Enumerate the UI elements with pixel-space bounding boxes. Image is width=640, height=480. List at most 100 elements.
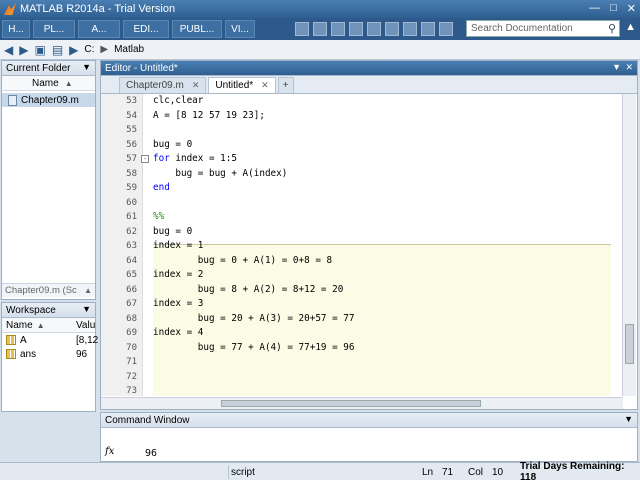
code-line[interactable]: 64 bug = 0 + A(1) = 0+8 = 8: [101, 254, 611, 269]
line-number: 63: [126, 241, 137, 251]
code-line[interactable]: 67 index = 3: [101, 297, 611, 312]
code-line[interactable]: 60: [101, 196, 611, 211]
line-number: 60: [126, 197, 137, 208]
panel-menu-icon[interactable]: ▼: [82, 304, 91, 314]
code-line[interactable]: 55: [101, 123, 611, 138]
function-browser-icon[interactable]: fx: [105, 446, 114, 457]
up-folder-icon[interactable]: ▣: [34, 43, 45, 57]
path-folder[interactable]: Matlab: [114, 44, 144, 55]
sort-icon: ▲: [64, 78, 73, 88]
code-line[interactable]: 66 bug = 8 + A(2) = 8+12 = 20: [101, 283, 611, 298]
horizontal-scrollbar[interactable]: [101, 397, 623, 409]
code-text: bug = 77 + A(4) = 77+19 = 96: [153, 341, 355, 353]
search-icon[interactable]: ⚲: [608, 22, 616, 35]
horizontal-scroll-thumb[interactable]: [221, 400, 481, 407]
code-text: bug = 0 + A(1) = 0+8 = 8: [153, 254, 333, 266]
back-icon[interactable]: ◀: [4, 43, 13, 57]
code-line[interactable]: 53 clc,clear: [101, 94, 611, 109]
save-icon[interactable]: [313, 22, 327, 36]
code-line[interactable]: 65 index = 2: [101, 268, 611, 283]
copy-icon[interactable]: [349, 22, 363, 36]
collapse-ribbon-icon[interactable]: ▲: [625, 21, 636, 33]
variable-icon: [6, 335, 16, 345]
editor-panel: Editor - Untitled* ▼ ✕ Chapter09.m ✕ Unt…: [100, 60, 638, 410]
command-input-area[interactable]: 96 fx: [101, 428, 637, 462]
code-text: for index = 1:5: [153, 152, 237, 167]
workspace-title: Workspace: [6, 304, 56, 316]
help-icon[interactable]: [439, 22, 453, 36]
tab-home[interactable]: H...: [2, 20, 30, 38]
line-number: 72: [126, 371, 137, 382]
variable-icon: [6, 349, 16, 359]
tab-publish[interactable]: PUBL...: [172, 20, 222, 38]
paste-icon[interactable]: [367, 22, 381, 36]
name-column-header[interactable]: Name ▲: [2, 76, 95, 91]
workspace-panel: Workspace ▼ Name ▲ Valu A [8,12 ans 96: [1, 302, 98, 412]
title-bar: MATLAB R2014a - Trial Version — □ ✕: [0, 0, 640, 18]
panel-menu-icon[interactable]: ▼: [624, 414, 633, 424]
line-number: 65: [126, 270, 137, 280]
code-line[interactable]: 58 bug = bug + A(index): [101, 167, 611, 182]
tab-untitled[interactable]: Untitled* ✕: [208, 77, 276, 93]
code-line[interactable]: 54 A = [8 12 57 19 23];: [101, 109, 611, 124]
search-documentation-input[interactable]: Search Documentation ⚲: [466, 20, 620, 37]
panel-menu-icon[interactable]: ▼: [82, 62, 91, 72]
code-line[interactable]: 72: [101, 370, 611, 385]
line-number-status: 71: [442, 466, 454, 478]
code-line[interactable]: 63 index = 1: [101, 239, 611, 254]
value-column-header[interactable]: Valu: [76, 320, 95, 331]
code-text: bug = bug + A(index): [153, 167, 288, 179]
toolbar-icon-1[interactable]: [295, 22, 309, 36]
vertical-scrollbar[interactable]: [622, 94, 636, 396]
redo-icon[interactable]: [403, 22, 417, 36]
close-tab-icon[interactable]: ✕: [192, 80, 200, 91]
sort-icon: ▲: [36, 320, 45, 330]
line-number: 62: [126, 226, 137, 237]
close-editor-icon[interactable]: ✕: [625, 62, 633, 73]
tab-chapter09[interactable]: Chapter09.m ✕: [119, 77, 207, 93]
code-line[interactable]: 56 bug = 0: [101, 138, 611, 153]
maximize-icon[interactable]: □: [610, 2, 617, 15]
tab-apps[interactable]: A...: [78, 20, 120, 38]
browse-folder-icon[interactable]: ▤: [52, 43, 63, 57]
code-line[interactable]: 61%%: [101, 210, 611, 225]
vertical-scroll-thumb[interactable]: [625, 324, 634, 364]
path-drive[interactable]: C:: [84, 44, 94, 55]
code-text: end: [153, 181, 170, 196]
details-toggle-icon[interactable]: ▲: [84, 286, 92, 295]
code-line[interactable]: 69 index = 4: [101, 326, 611, 341]
close-icon[interactable]: ✕: [627, 2, 636, 15]
code-line[interactable]: 73: [101, 384, 611, 396]
code-line[interactable]: 70 bug = 77 + A(4) = 77+19 = 96: [101, 341, 611, 356]
new-tab-button[interactable]: +: [277, 77, 294, 93]
code-line[interactable]: 57- for index = 1:5: [101, 152, 611, 167]
undo-icon[interactable]: [385, 22, 399, 36]
code-fold-icon[interactable]: -: [141, 155, 149, 163]
panel-menu-icon[interactable]: ▼: [612, 62, 621, 72]
file-type-status: script: [228, 465, 408, 479]
code-line[interactable]: 62 bug = 0: [101, 225, 611, 240]
matlab-logo-icon: [4, 3, 16, 15]
code-text: index = 3: [153, 298, 204, 309]
variable-row[interactable]: ans 96: [2, 347, 95, 361]
minimize-icon[interactable]: —: [589, 2, 600, 15]
code-line[interactable]: 68 bug = 20 + A(3) = 20+57 = 77: [101, 312, 611, 327]
cut-icon[interactable]: [331, 22, 345, 36]
current-folder-header: Current Folder ▼: [2, 61, 95, 76]
code-line[interactable]: 59 end: [101, 181, 611, 196]
tab-editor[interactable]: EDI...: [123, 20, 169, 38]
switch-windows-icon[interactable]: [421, 22, 435, 36]
tab-view[interactable]: VI...: [225, 20, 255, 38]
name-column-header[interactable]: Name: [6, 320, 33, 331]
file-item[interactable]: Chapter09.m: [2, 93, 95, 107]
folder-icon[interactable]: ▶: [69, 43, 78, 57]
forward-icon[interactable]: ▶: [19, 43, 28, 57]
code-line[interactable]: 71: [101, 355, 611, 370]
tab-plots[interactable]: PL...: [33, 20, 75, 38]
code-area[interactable]: 53 clc,clear 54 A = [8 12 57 19 23]; 55 56 bug…: [101, 94, 611, 396]
command-output: 96: [145, 448, 158, 459]
close-tab-icon[interactable]: ✕: [261, 80, 269, 91]
code-text: bug = 0: [153, 225, 193, 237]
editor-header: Editor - Untitled* ▼ ✕: [101, 61, 637, 76]
variable-row[interactable]: A [8,12: [2, 333, 98, 347]
